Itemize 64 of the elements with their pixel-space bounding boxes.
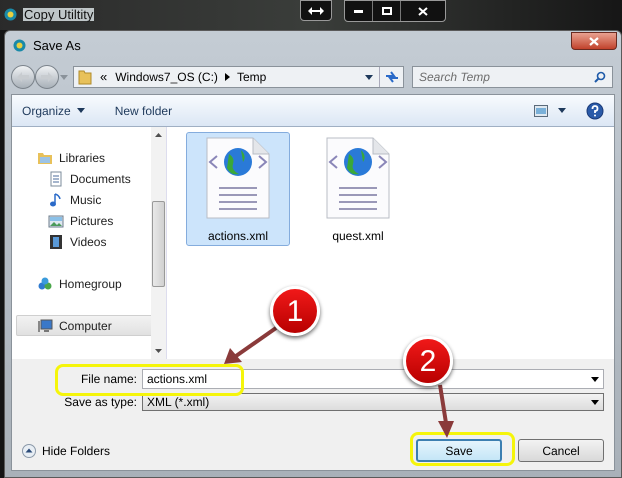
caret-icon [365,74,373,80]
view-icon [534,104,548,116]
hide-folders-button[interactable]: Hide Folders [22,442,110,460]
sidebar-item[interactable]: Homegroup [16,273,154,294]
forward-arrow-icon [41,72,53,82]
homegroup-icon [37,276,53,292]
file-name: quest.xml [332,228,384,245]
save-type-dropdown[interactable]: XML (*.xml) [142,393,604,411]
close-icon [418,6,428,16]
app-icon [13,39,26,52]
minimize-icon [354,10,363,12]
path-segment[interactable]: Windows7_OS (C:) [115,68,218,86]
view-button[interactable] [534,104,566,116]
window-title: Copy Utiltity [23,8,94,21]
sidebar-item[interactable]: Pictures [16,210,154,231]
app-icon [4,8,17,21]
back-button[interactable] [11,65,35,89]
sidebar-item[interactable]: Videos [16,231,154,252]
computer-icon [37,318,53,334]
forward-button[interactable] [35,65,59,89]
close-button[interactable] [571,32,617,50]
file-item[interactable]: actions.xml [186,132,290,246]
search-placeholder: Search Temp [419,69,490,86]
sidebar-item[interactable]: Music [16,189,154,210]
caret-icon [60,74,68,80]
sidebar-item[interactable]: Computer [16,315,154,336]
caret-icon [591,400,599,404]
chevron-icon [224,73,230,81]
maximize-icon [382,7,392,15]
save-button[interactable]: Save [416,439,502,462]
close-icon [589,36,599,46]
collapse-icon [22,444,36,458]
file-item[interactable]: quest.xml [306,132,410,246]
document-icon [48,170,64,186]
cancel-button[interactable]: Cancel [518,439,604,462]
path-segment[interactable]: Temp [236,68,266,86]
resize-button[interactable] [300,0,332,21]
new-folder-button[interactable]: New folder [114,102,172,120]
film-icon [48,234,64,250]
picture-icon [48,212,64,228]
field-label: File name: [80,371,138,388]
file-name: actions.xml [208,228,268,245]
scroll-up-icon [155,133,162,137]
help-icon[interactable] [586,102,604,120]
search-icon [594,71,606,83]
sidebar-item[interactable]: Libraries [16,147,154,168]
refresh-icon [384,71,398,83]
address-bar[interactable]: « Windows7_OS (C:) Temp [73,66,404,88]
dialog-title: Save As [33,36,81,55]
field-label: Save as type: [63,394,138,411]
path-overflow[interactable]: « [100,67,108,87]
folder-icon [78,69,92,85]
arrow [222,326,278,366]
search-field[interactable]: Search Temp [412,66,613,88]
resize-icon [308,6,324,14]
caret-icon [591,376,599,382]
scroll-down-icon [155,349,162,353]
back-arrow-icon [17,72,29,82]
sidebar-item[interactable]: Documents [16,168,154,189]
organize-menu[interactable]: Organize [22,102,85,120]
scroll-thumb[interactable] [152,201,165,287]
caret-icon [76,108,85,113]
scrollbar[interactable] [151,127,166,359]
caret-icon [558,108,566,113]
